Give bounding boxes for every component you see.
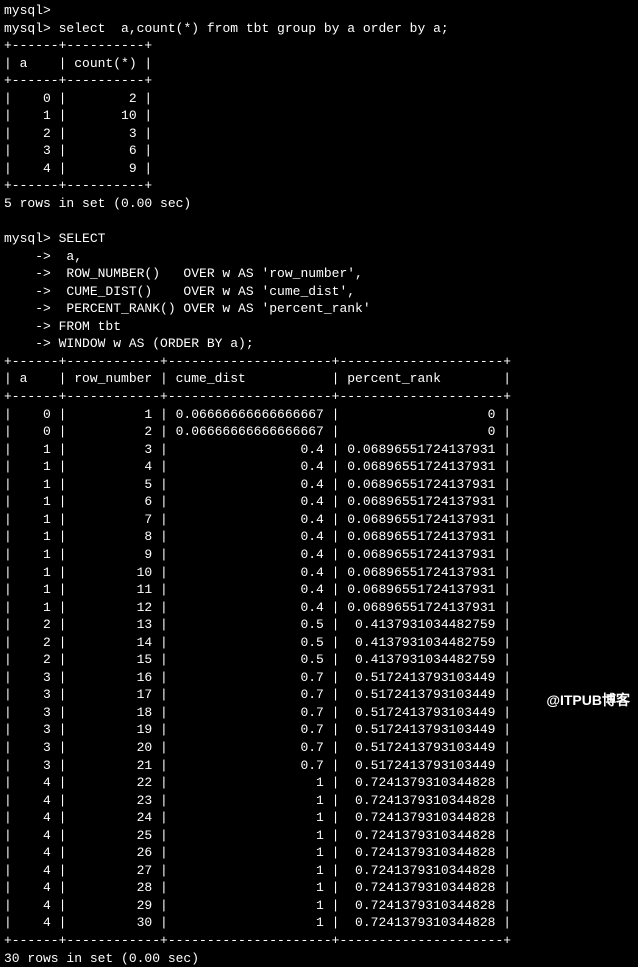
table2-row: | 4 | 27 | 1 | 0.7241379310344828 | [4, 862, 634, 880]
table1-row: | 0 | 2 | [4, 90, 634, 108]
table2-row: | 4 | 24 | 1 | 0.7241379310344828 | [4, 809, 634, 827]
table1-row: | 4 | 9 | [4, 160, 634, 178]
table1-sep-top: +------+----------+ [4, 37, 634, 55]
table1-header: | a | count(*) | [4, 55, 634, 73]
table2-header: | a | row_number | cume_dist | percent_r… [4, 370, 634, 388]
result1: 5 rows in set (0.00 sec) [4, 195, 634, 213]
table2-row: | 1 | 3 | 0.4 | 0.06896551724137931 | [4, 441, 634, 459]
table2-row: | 3 | 16 | 0.7 | 0.5172413793103449 | [4, 669, 634, 687]
table2-row: | 1 | 4 | 0.4 | 0.06896551724137931 | [4, 458, 634, 476]
query2-l4: -> CUME_DIST() OVER w AS 'cume_dist', [4, 283, 634, 301]
table2-row: | 1 | 9 | 0.4 | 0.06896551724137931 | [4, 546, 634, 564]
table2-row: | 1 | 12 | 0.4 | 0.06896551724137931 | [4, 599, 634, 617]
table2-row: | 2 | 14 | 0.5 | 0.4137931034482759 | [4, 634, 634, 652]
query2-l3: -> ROW_NUMBER() OVER w AS 'row_number', [4, 265, 634, 283]
query2-l5: -> PERCENT_RANK() OVER w AS 'percent_ran… [4, 300, 634, 318]
blank [4, 213, 634, 231]
table2-row: | 1 | 6 | 0.4 | 0.06896551724137931 | [4, 493, 634, 511]
table2-row: | 1 | 10 | 0.4 | 0.06896551724137931 | [4, 564, 634, 582]
query2-l2: -> a, [4, 248, 634, 266]
table2-row: | 4 | 22 | 1 | 0.7241379310344828 | [4, 774, 634, 792]
table2-row: | 3 | 18 | 0.7 | 0.5172413793103449 | [4, 704, 634, 722]
table2-row: | 2 | 15 | 0.5 | 0.4137931034482759 | [4, 651, 634, 669]
table2-row: | 3 | 19 | 0.7 | 0.5172413793103449 | [4, 721, 634, 739]
table1-row: | 1 | 10 | [4, 107, 634, 125]
table1-sep-mid: +------+----------+ [4, 72, 634, 90]
query2-l6: -> FROM tbt [4, 318, 634, 336]
table2-row: | 3 | 20 | 0.7 | 0.5172413793103449 | [4, 739, 634, 757]
table2-sep-mid: +------+------------+-------------------… [4, 388, 634, 406]
table2-row: | 4 | 30 | 1 | 0.7241379310344828 | [4, 914, 634, 932]
prompt-partial: mysql> [4, 2, 634, 20]
table2-row: | 1 | 11 | 0.4 | 0.06896551724137931 | [4, 581, 634, 599]
table2-row: | 3 | 17 | 0.7 | 0.5172413793103449 | [4, 686, 634, 704]
table2-row: | 1 | 5 | 0.4 | 0.06896551724137931 | [4, 476, 634, 494]
table2-row: | 4 | 25 | 1 | 0.7241379310344828 | [4, 827, 634, 845]
result2: 30 rows in set (0.00 sec) [4, 950, 634, 967]
table2-row: | 4 | 26 | 1 | 0.7241379310344828 | [4, 844, 634, 862]
table2-row: | 0 | 1 | 0.06666666666666667 | 0 | [4, 406, 634, 424]
table2-row: | 3 | 21 | 0.7 | 0.5172413793103449 | [4, 757, 634, 775]
table2-row: | 4 | 23 | 1 | 0.7241379310344828 | [4, 792, 634, 810]
table2-row: | 4 | 28 | 1 | 0.7241379310344828 | [4, 879, 634, 897]
table1-sep-bot: +------+----------+ [4, 177, 634, 195]
watermark: @ITPUB博客 [546, 691, 630, 710]
query1-line: mysql> select a,count(*) from tbt group … [4, 20, 634, 38]
table2-row: | 4 | 29 | 1 | 0.7241379310344828 | [4, 897, 634, 915]
table2-sep-bot: +------+------------+-------------------… [4, 932, 634, 950]
table2-row: | 0 | 2 | 0.06666666666666667 | 0 | [4, 423, 634, 441]
table1-row: | 3 | 6 | [4, 142, 634, 160]
query2-l7: -> WINDOW w AS (ORDER BY a); [4, 335, 634, 353]
table2-row: | 2 | 13 | 0.5 | 0.4137931034482759 | [4, 616, 634, 634]
table2-row: | 1 | 8 | 0.4 | 0.06896551724137931 | [4, 528, 634, 546]
query2-l1: mysql> SELECT [4, 230, 634, 248]
table1-row: | 2 | 3 | [4, 125, 634, 143]
table2-sep-top: +------+------------+-------------------… [4, 353, 634, 371]
table2-row: | 1 | 7 | 0.4 | 0.06896551724137931 | [4, 511, 634, 529]
